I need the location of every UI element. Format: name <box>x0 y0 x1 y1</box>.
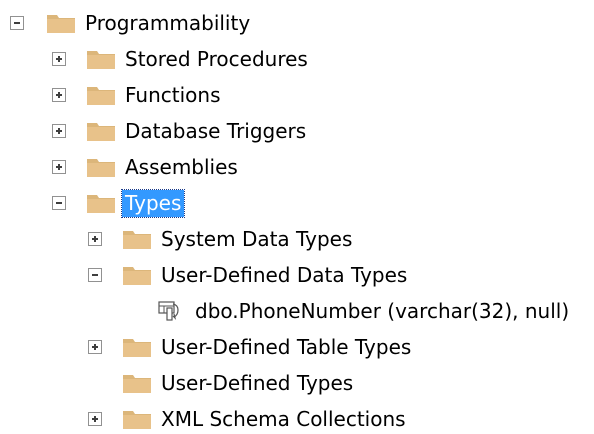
collapse-icon[interactable] <box>52 196 66 210</box>
tree-node-phone-number[interactable]: dbo.PhoneNumber (varchar(32), null) <box>158 296 572 326</box>
tree-node-xml-schema-collections[interactable]: XML Schema Collections <box>88 404 409 434</box>
expand-icon[interactable] <box>52 160 66 174</box>
tree-node-label: dbo.PhoneNumber (varchar(32), null) <box>195 298 570 323</box>
folder-icon <box>87 51 115 69</box>
collapse-icon[interactable] <box>88 268 102 282</box>
tree-node-assemblies[interactable]: Assemblies <box>52 152 241 182</box>
tree-node-system-data-types[interactable]: System Data Types <box>88 224 355 254</box>
tree-node-label-selected: Types <box>120 188 186 218</box>
expand-icon[interactable] <box>52 88 66 102</box>
folder-icon <box>123 375 151 393</box>
folder-icon <box>123 411 151 429</box>
folder-icon <box>47 15 75 33</box>
folder-icon <box>123 267 151 285</box>
tree-node-label: XML Schema Collections <box>161 406 406 431</box>
user-defined-type-icon <box>158 301 179 321</box>
tree-node-label: Database Triggers <box>125 118 307 143</box>
folder-icon <box>87 195 115 213</box>
folder-icon <box>123 231 151 249</box>
object-explorer-tree: Programmability Stored Procedures Functi… <box>0 0 594 432</box>
tree-node-label: Stored Procedures <box>125 46 308 71</box>
collapse-icon[interactable] <box>10 16 24 30</box>
tree-node-label: Assemblies <box>125 154 238 179</box>
expand-icon[interactable] <box>52 124 66 138</box>
no-expander-spacer <box>88 376 102 390</box>
tree-node-programmability[interactable]: Programmability <box>10 8 253 38</box>
tree-node-label: User-Defined Table Types <box>161 334 412 359</box>
tree-node-stored-procedures[interactable]: Stored Procedures <box>52 44 311 74</box>
folder-icon <box>123 339 151 357</box>
tree-node-label: User-Defined Data Types <box>161 262 408 287</box>
tree-node-user-defined-data-types[interactable]: User-Defined Data Types <box>88 260 410 290</box>
tree-node-label: System Data Types <box>161 226 353 251</box>
folder-icon <box>87 123 115 141</box>
expand-icon[interactable] <box>88 340 102 354</box>
expand-icon[interactable] <box>52 52 66 66</box>
tree-node-database-triggers[interactable]: Database Triggers <box>52 116 309 146</box>
tree-node-label: Programmability <box>85 10 251 35</box>
tree-node-types[interactable]: Types <box>52 188 186 218</box>
folder-icon <box>87 87 115 105</box>
tree-node-functions[interactable]: Functions <box>52 80 224 110</box>
tree-node-user-defined-types[interactable]: User-Defined Types <box>88 368 356 398</box>
tree-node-user-defined-table-types[interactable]: User-Defined Table Types <box>88 332 414 362</box>
expand-icon[interactable] <box>88 232 102 246</box>
tree-node-label: User-Defined Types <box>161 370 354 395</box>
tree-node-label: Functions <box>125 82 221 107</box>
expand-icon[interactable] <box>88 412 102 426</box>
folder-icon <box>87 159 115 177</box>
